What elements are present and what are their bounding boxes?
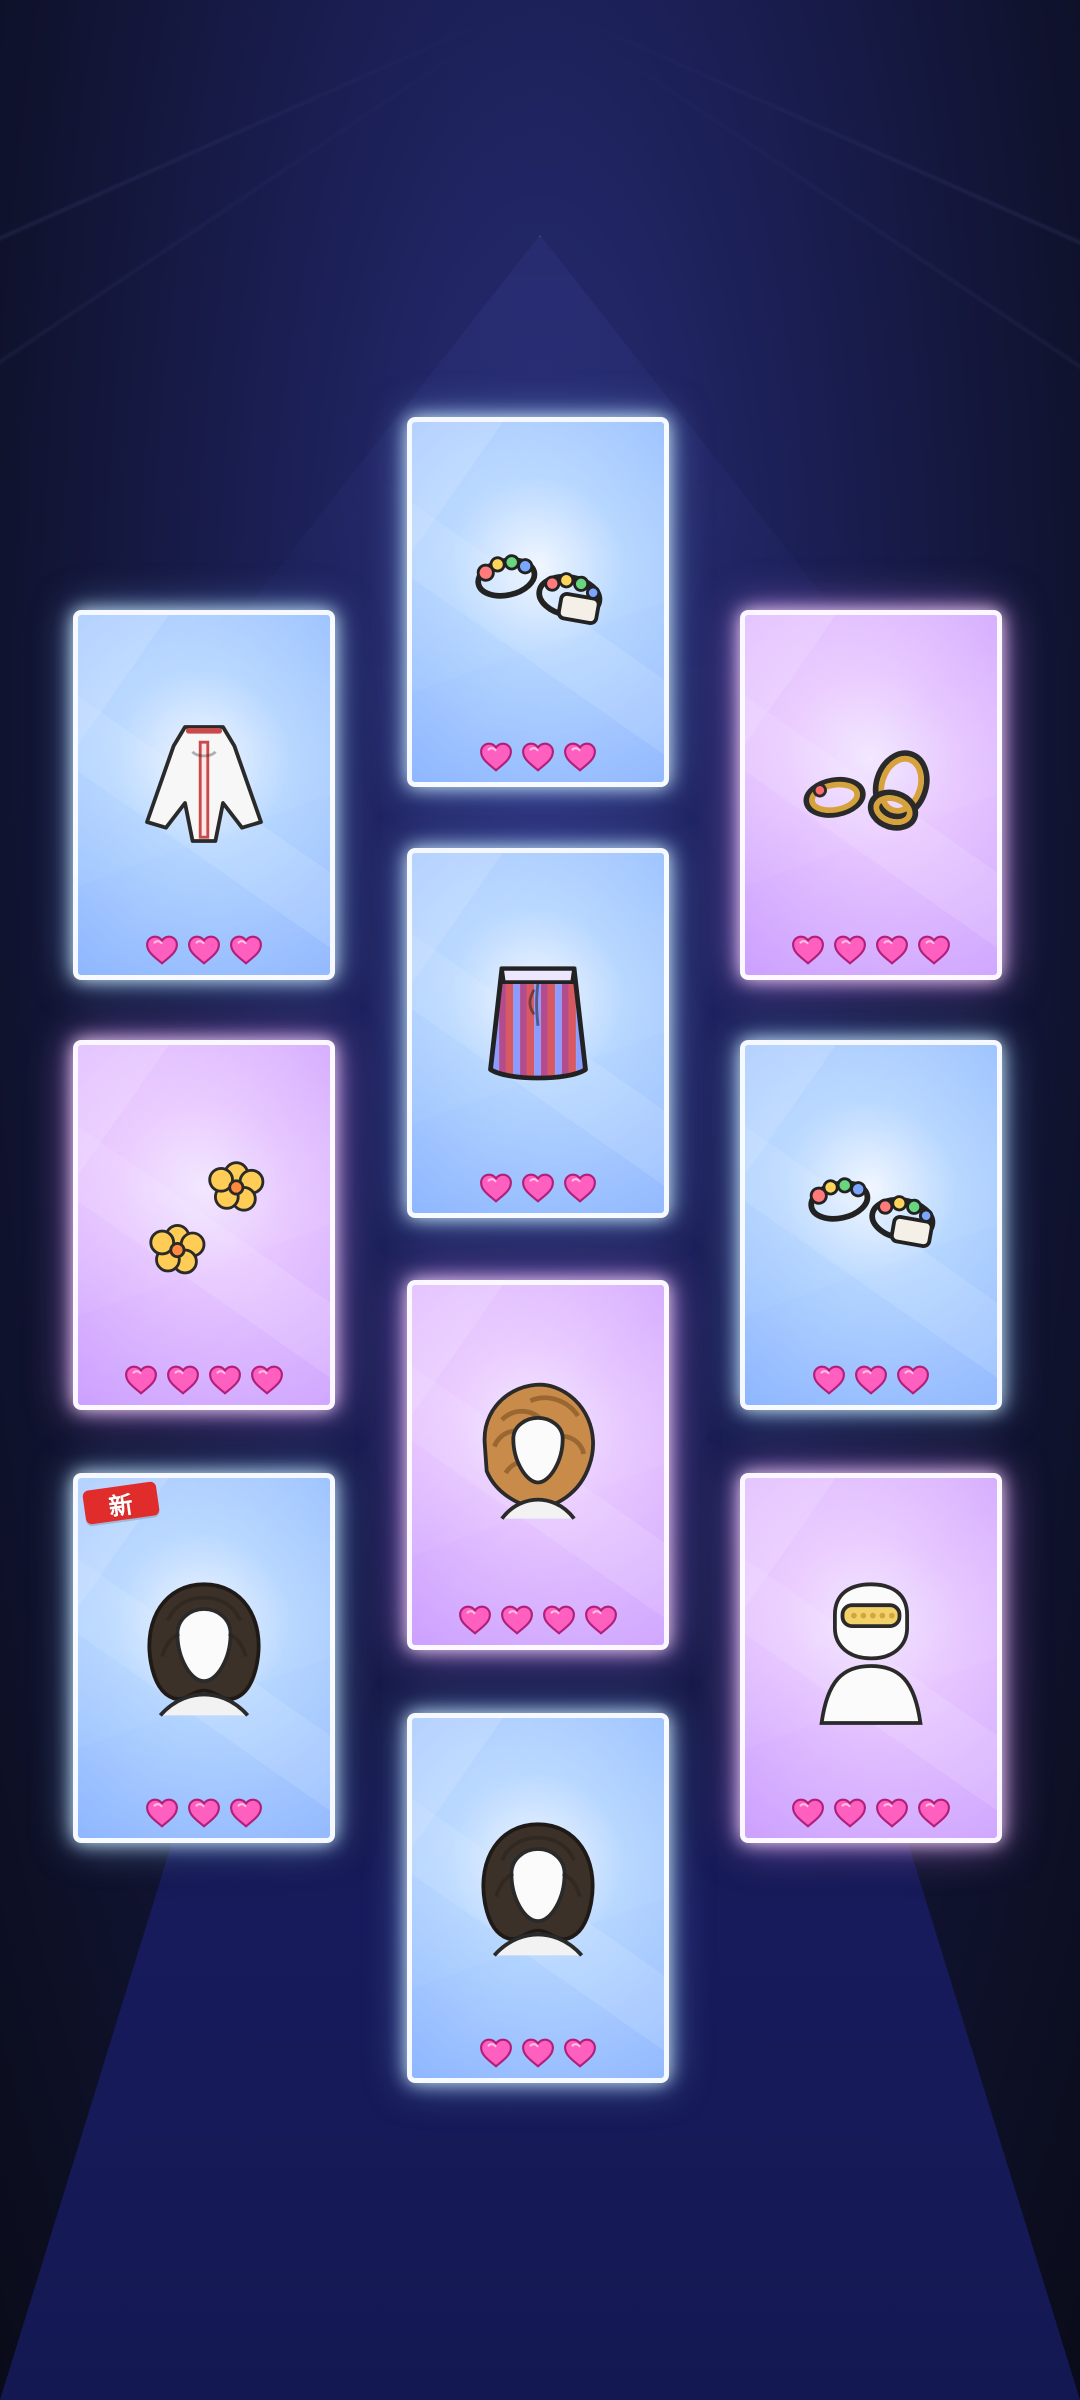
heart-icon bbox=[917, 1798, 951, 1828]
heart-icon bbox=[229, 1798, 263, 1828]
heart-icon bbox=[875, 1798, 909, 1828]
card[interactable] bbox=[740, 1473, 1002, 1843]
heart-icon bbox=[542, 1605, 576, 1635]
gacha-stage: 新 bbox=[0, 0, 1080, 2400]
heart-icon bbox=[791, 935, 825, 965]
heart-icon bbox=[187, 935, 221, 965]
heart-icon bbox=[896, 1365, 930, 1395]
card[interactable] bbox=[740, 1040, 1002, 1410]
heart-icon bbox=[166, 1365, 200, 1395]
heart-icon bbox=[563, 1173, 597, 1203]
card[interactable] bbox=[73, 1040, 335, 1410]
heart-icon bbox=[563, 2038, 597, 2068]
rarity-hearts bbox=[745, 935, 997, 965]
card[interactable] bbox=[73, 610, 335, 980]
curly-updo-hair-icon bbox=[443, 1359, 633, 1549]
choker-necklace-icon bbox=[776, 1552, 966, 1742]
heart-icon bbox=[500, 1605, 534, 1635]
heart-icon bbox=[521, 1173, 555, 1203]
striped-skirt-icon bbox=[443, 927, 633, 1117]
heart-icon bbox=[833, 1798, 867, 1828]
rarity-hearts bbox=[412, 2038, 664, 2068]
rarity-hearts bbox=[412, 1605, 664, 1635]
heart-icon bbox=[563, 742, 597, 772]
heart-icon bbox=[521, 742, 555, 772]
card[interactable] bbox=[407, 1713, 669, 2083]
rarity-hearts bbox=[78, 1365, 330, 1395]
heart-icon bbox=[917, 935, 951, 965]
heart-icon bbox=[145, 1798, 179, 1828]
bracelets-icon bbox=[776, 1119, 966, 1309]
heart-icon bbox=[854, 1365, 888, 1395]
card[interactable] bbox=[407, 1280, 669, 1650]
heart-icon bbox=[124, 1365, 158, 1395]
heart-icon bbox=[145, 935, 179, 965]
card[interactable] bbox=[740, 610, 1002, 980]
rarity-hearts bbox=[78, 1798, 330, 1828]
heart-icon bbox=[479, 2038, 513, 2068]
heart-icon bbox=[208, 1365, 242, 1395]
heart-icon bbox=[521, 2038, 555, 2068]
rarity-hearts bbox=[745, 1365, 997, 1395]
heart-icon bbox=[833, 935, 867, 965]
gold-bangles-icon bbox=[776, 689, 966, 879]
card[interactable] bbox=[407, 848, 669, 1218]
heart-icon bbox=[791, 1798, 825, 1828]
flower-earrings-icon bbox=[109, 1119, 299, 1309]
heart-icon bbox=[479, 1173, 513, 1203]
rarity-hearts bbox=[412, 742, 664, 772]
heart-icon bbox=[250, 1365, 284, 1395]
heart-icon bbox=[875, 935, 909, 965]
heart-icon bbox=[584, 1605, 618, 1635]
bracelets-icon bbox=[443, 496, 633, 686]
rarity-hearts bbox=[745, 1798, 997, 1828]
rarity-hearts bbox=[78, 935, 330, 965]
bob-hair-icon bbox=[443, 1792, 633, 1982]
rarity-hearts bbox=[412, 1173, 664, 1203]
card[interactable] bbox=[407, 417, 669, 787]
heart-icon bbox=[458, 1605, 492, 1635]
heart-icon bbox=[229, 935, 263, 965]
cape-icon bbox=[109, 689, 299, 879]
bob-hair-icon bbox=[109, 1552, 299, 1742]
heart-icon bbox=[187, 1798, 221, 1828]
heart-icon bbox=[479, 742, 513, 772]
new-badge-label: 新 bbox=[106, 1488, 136, 1522]
card[interactable]: 新 bbox=[73, 1473, 335, 1843]
heart-icon bbox=[812, 1365, 846, 1395]
